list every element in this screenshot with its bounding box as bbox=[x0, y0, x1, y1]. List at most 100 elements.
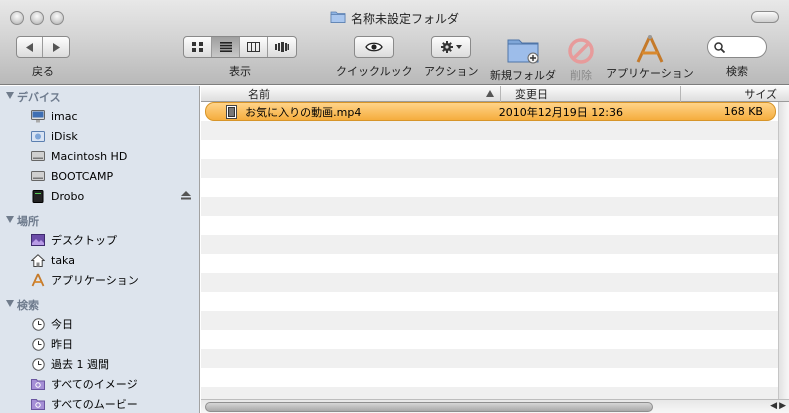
scroll-thumb[interactable] bbox=[205, 402, 653, 412]
eject-icon[interactable] bbox=[181, 190, 191, 203]
sidebar-item-label: 昨日 bbox=[51, 338, 73, 351]
sidebar-item-applications[interactable]: アプリケーション bbox=[0, 270, 199, 290]
view-group: 表示 bbox=[183, 36, 297, 79]
sidebar-section-label: 場所 bbox=[17, 214, 39, 228]
column-header-label: サイズ bbox=[744, 87, 777, 101]
column-header-size[interactable]: サイズ bbox=[681, 86, 789, 102]
sidebar-item-label: imac bbox=[51, 109, 78, 123]
smart-folder-icon bbox=[31, 397, 45, 411]
drobo-icon bbox=[31, 189, 45, 203]
sidebar-section-label: 検索 bbox=[17, 298, 39, 312]
view-label: 表示 bbox=[229, 65, 251, 78]
sidebar-item-desktop[interactable]: デスクトップ bbox=[0, 230, 199, 250]
coverflow-icon bbox=[275, 42, 289, 52]
clock-icon bbox=[31, 337, 45, 351]
sidebar-section-devices[interactable]: デバイス bbox=[0, 87, 199, 106]
file-date: 2010年12月19日 12:36 bbox=[498, 105, 623, 119]
sidebar-item-all-images[interactable]: すべてのイメージ bbox=[0, 374, 199, 394]
sidebar-item-label: 今日 bbox=[51, 318, 73, 331]
sidebar-item-imac[interactable]: imac bbox=[0, 106, 199, 126]
sidebar-section-search[interactable]: 検索 bbox=[0, 295, 199, 314]
disclosure-triangle-icon[interactable] bbox=[6, 300, 14, 307]
disclosure-triangle-icon[interactable] bbox=[6, 216, 14, 223]
sidebar-section-places[interactable]: 場所 bbox=[0, 211, 199, 230]
list-view-button[interactable] bbox=[212, 37, 240, 57]
search-icon bbox=[714, 41, 725, 53]
vertical-scrollbar[interactable] bbox=[778, 102, 789, 399]
empty-row bbox=[201, 273, 778, 292]
scroll-arrows: ◀ ▶ bbox=[770, 401, 786, 411]
hard-disk-icon bbox=[31, 149, 45, 163]
sidebar-item-label: デスクトップ bbox=[51, 234, 117, 247]
disclosure-triangle-icon[interactable] bbox=[6, 92, 14, 99]
sidebar-item-idisk[interactable]: iDisk bbox=[0, 126, 199, 146]
empty-row bbox=[201, 235, 778, 254]
window-title-text: 名称未設定フォルダ bbox=[350, 11, 459, 26]
clock-icon bbox=[31, 317, 45, 331]
sidebar-item-taka[interactable]: taka bbox=[0, 250, 199, 270]
sidebar-item-label: すべてのイメージ bbox=[51, 378, 138, 391]
quicklook-button[interactable] bbox=[354, 36, 395, 58]
desktop-icon bbox=[31, 233, 45, 247]
empty-row bbox=[201, 368, 778, 387]
columns-icon bbox=[247, 42, 260, 52]
column-header-row: 名前 変更日 サイズ bbox=[201, 86, 789, 102]
back-forward-control bbox=[16, 36, 70, 58]
column-header-label: 名前 bbox=[248, 87, 270, 101]
idisk-icon bbox=[31, 129, 45, 143]
coverflow-view-button[interactable] bbox=[268, 37, 296, 57]
icon-view-button[interactable] bbox=[184, 37, 212, 57]
selected-row[interactable]: お気に入りの動画.mp4 2010年12月19日 12:36 168 KB bbox=[205, 102, 776, 121]
sidebar-item-drobo[interactable]: Drobo bbox=[0, 186, 199, 206]
sidebar-item-yesterday[interactable]: 昨日 bbox=[0, 334, 199, 354]
search-input[interactable] bbox=[707, 36, 767, 58]
horizontal-scrollbar[interactable]: ◀ ▶ bbox=[201, 399, 789, 413]
sidebar-item-label: 過去 1 週間 bbox=[51, 358, 109, 371]
applications-group[interactable]: アプリケーション bbox=[606, 34, 694, 81]
empty-row bbox=[201, 178, 778, 197]
empty-row bbox=[201, 140, 778, 159]
chevron-right-icon bbox=[53, 42, 60, 52]
newfolder-group[interactable]: 新規フォルダ bbox=[490, 34, 556, 83]
sidebar-item-bootcamp[interactable]: BOOTCAMP bbox=[0, 166, 199, 186]
toolbar-toggle-button[interactable] bbox=[751, 11, 779, 23]
back-button[interactable] bbox=[17, 37, 43, 57]
action-button[interactable] bbox=[431, 36, 472, 58]
sidebar-item-label: BOOTCAMP bbox=[51, 169, 114, 183]
applications-icon[interactable] bbox=[634, 34, 666, 64]
applications-label: アプリケーション bbox=[606, 67, 694, 80]
delete-label: 削除 bbox=[570, 69, 592, 82]
sidebar-item-past-week[interactable]: 過去 1 週間 bbox=[0, 354, 199, 374]
sidebar-item-label: アプリケーション bbox=[51, 274, 139, 287]
delete-group[interactable]: 削除 bbox=[567, 34, 595, 83]
column-header-name[interactable]: 名前 bbox=[201, 86, 501, 102]
sidebar-item-label: Drobo bbox=[51, 189, 85, 203]
new-folder-icon[interactable] bbox=[506, 34, 540, 64]
file-name: お気に入りの動画.mp4 bbox=[245, 105, 362, 119]
sidebar-item-macintosh-hd[interactable]: Macintosh HD bbox=[0, 146, 199, 166]
column-header-date[interactable]: 変更日 bbox=[501, 86, 681, 102]
column-view-button[interactable] bbox=[240, 37, 268, 57]
delete-icon[interactable] bbox=[567, 34, 595, 64]
column-header-label: 変更日 bbox=[515, 87, 548, 101]
imac-icon bbox=[31, 109, 45, 123]
newfolder-label: 新規フォルダ bbox=[490, 69, 556, 82]
window-toolbar: 名称未設定フォルダ 戻る 表示 クイックルック アクション 新規フォルダ 削除 … bbox=[0, 0, 789, 85]
window-title: 名称未設定フォルダ bbox=[0, 10, 789, 26]
table-row[interactable]: お気に入りの動画.mp4 2010年12月19日 12:36 168 KB bbox=[201, 102, 778, 121]
empty-row bbox=[201, 216, 778, 235]
scroll-right-icon[interactable]: ▶ bbox=[779, 401, 786, 411]
list-icon bbox=[219, 42, 232, 52]
sidebar-item-today[interactable]: 今日 bbox=[0, 314, 199, 334]
forward-button[interactable] bbox=[43, 37, 69, 57]
sidebar-item-all-movies[interactable]: すべてのムービー bbox=[0, 394, 199, 413]
file-list: 名前 変更日 サイズ お気に入りの動画.mp4 2010年12月19日 12:3… bbox=[201, 86, 789, 413]
empty-row bbox=[201, 292, 778, 311]
folder-icon bbox=[330, 10, 346, 26]
smart-folder-icon bbox=[31, 377, 45, 391]
quicklook-group: クイックルック bbox=[336, 36, 413, 79]
gear-icon bbox=[440, 41, 453, 53]
empty-row bbox=[201, 197, 778, 216]
scroll-left-icon[interactable]: ◀ bbox=[770, 401, 777, 411]
sidebar: デバイス imac iDisk Macintosh HD BOOTCAMP Dr… bbox=[0, 86, 200, 413]
